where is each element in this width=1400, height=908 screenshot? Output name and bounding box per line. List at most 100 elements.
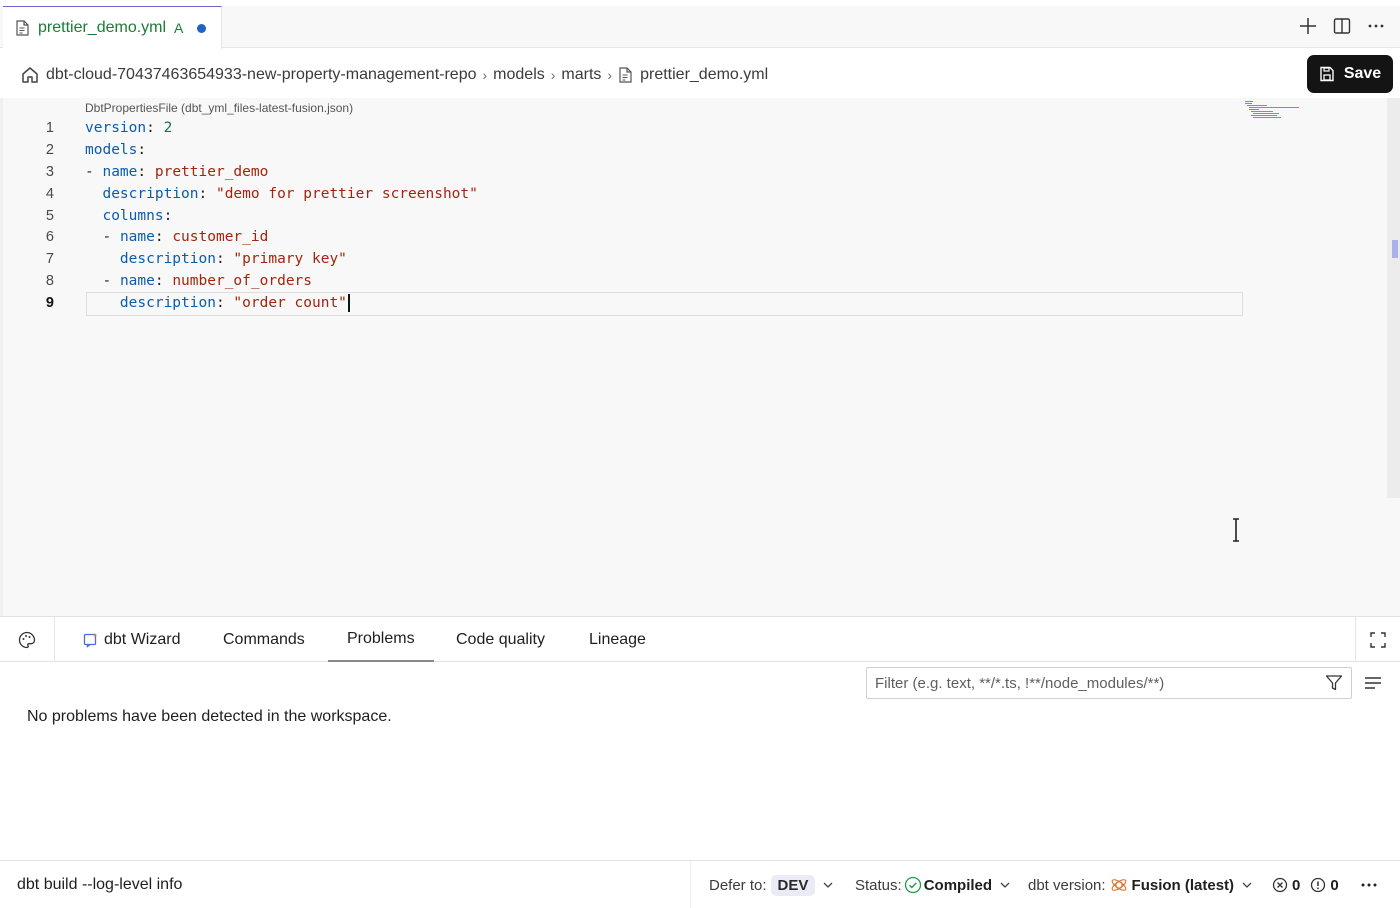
code-line[interactable]: 2 models:: [3, 140, 1303, 162]
chevron-down-icon: [823, 882, 833, 888]
problems-counter[interactable]: 0 0: [1272, 861, 1339, 908]
yaml-value: prettier_demo: [154, 163, 269, 180]
tab-problems[interactable]: Problems: [328, 617, 434, 662]
text-cursor-pointer-icon: [1233, 518, 1239, 542]
new-tab-plus-icon[interactable]: [1298, 16, 1318, 36]
text-caret: [347, 294, 350, 313]
home-icon[interactable]: [20, 65, 40, 85]
maximize-panel-icon[interactable]: [1355, 617, 1400, 662]
tab-code-quality[interactable]: Code quality: [437, 617, 564, 662]
view-as-list-icon[interactable]: [1363, 673, 1383, 693]
breadcrumb-repo[interactable]: dbt-cloud-70437463654933-new-property-ma…: [46, 66, 477, 84]
code-text: columns:: [102, 207, 182, 224]
yaml-value: "primary key": [233, 251, 347, 268]
code-lines[interactable]: 1 version: 2 2 models: 3- name: prettier_de…: [3, 118, 1303, 317]
code-text: models:: [85, 141, 155, 158]
breadcrumb-models[interactable]: models: [493, 66, 545, 84]
tab-commands[interactable]: Commands: [204, 617, 324, 662]
code-text: description: "primary key": [119, 251, 347, 268]
wizard-icon: [83, 632, 98, 647]
yaml-key: description: [119, 251, 216, 268]
code-line[interactable]: 8 - name: number_of_orders: [3, 271, 1303, 293]
tab-dbt-wizard[interactable]: dbt Wizard: [64, 617, 199, 662]
save-button[interactable]: Save: [1307, 55, 1393, 93]
code-line[interactable]: 4 description: "demo for prettier screen…: [3, 184, 1303, 206]
breadcrumb: dbt-cloud-70437463654933-new-property-ma…: [20, 62, 768, 88]
code-text: - name: customer_id: [102, 229, 269, 246]
warning-icon: [1311, 877, 1326, 893]
yaml-key: name: [119, 229, 155, 246]
more-actions-icon[interactable]: [1366, 16, 1386, 36]
dbt-version-selector[interactable]: dbt version: Fusion (latest): [1028, 861, 1252, 908]
file-icon: [16, 20, 29, 36]
line-number: 1: [45, 120, 54, 136]
yaml-value: 2: [163, 120, 173, 136]
schema-hint[interactable]: DbtPropertiesFile (dbt_yml_files-latest-…: [85, 101, 353, 115]
line-number: 7: [45, 251, 54, 268]
filter-icon[interactable]: [1325, 674, 1343, 692]
chevron-right-icon: ›: [482, 67, 488, 83]
file-icon: [619, 67, 632, 83]
scrollbar-cursor-marker: [1392, 240, 1398, 258]
tab-filename: prettier_demo.yml: [38, 19, 167, 36]
split-editor-icon[interactable]: [1332, 16, 1352, 36]
line-number: 5: [45, 207, 54, 224]
line-number: 6: [45, 229, 54, 246]
status-value: Compiled: [923, 876, 993, 894]
tab-label: Code quality: [456, 630, 545, 648]
code-editor[interactable]: DbtPropertiesFile (dbt_yml_files-latest-…: [0, 98, 1400, 616]
code-line[interactable]: 5 columns:: [3, 206, 1303, 228]
line-number: 4: [45, 185, 54, 202]
problems-filter[interactable]: [866, 667, 1352, 699]
yaml-value: customer_id: [172, 229, 269, 246]
filter-input[interactable]: [875, 674, 1325, 692]
yaml-key: name: [119, 273, 155, 290]
code-line[interactable]: 7 description: "primary key": [3, 249, 1303, 271]
code-line[interactable]: 1 version: 2: [3, 118, 1303, 140]
code-text: - name: number_of_orders: [102, 273, 313, 290]
code-text: - name: prettier_demo: [85, 163, 269, 180]
divider: [690, 861, 691, 908]
chevron-down-icon: [1242, 882, 1252, 888]
yaml-key: description: [102, 185, 199, 202]
line-number: 2: [45, 141, 54, 158]
defer-label: Defer to:: [709, 876, 767, 894]
code-line[interactable]: 9 description: "order count": [3, 292, 1303, 317]
breadcrumb-marts[interactable]: marts: [561, 66, 601, 84]
defer-to-selector[interactable]: Defer to: DEV: [709, 861, 833, 908]
fusion-icon: [1111, 879, 1126, 891]
code-text: description: "demo for prettier screensh…: [102, 185, 478, 202]
breadcrumb-file[interactable]: prettier_demo.yml: [640, 66, 768, 84]
line-number: 8: [45, 273, 54, 290]
chevron-down-icon: [1000, 882, 1010, 888]
problems-empty-message: No problems have been detected in the wo…: [27, 708, 392, 725]
save-icon: [1320, 66, 1334, 82]
yaml-value: "order count": [233, 295, 347, 312]
status-more-icon[interactable]: [1360, 861, 1378, 908]
yaml-value: "demo for prettier screenshot": [215, 185, 478, 202]
editor-tab-prettier-demo[interactable]: prettier_demo.yml A: [3, 6, 222, 49]
warning-count: 0: [1330, 876, 1339, 894]
code-text: version: 2: [85, 120, 173, 136]
tab-label: Lineage: [589, 630, 646, 648]
version-value: Fusion (latest): [1131, 876, 1235, 894]
code-line[interactable]: 6 - name: customer_id: [3, 227, 1303, 249]
error-count: 0: [1292, 876, 1301, 894]
tab-lineage[interactable]: Lineage: [570, 617, 665, 662]
palette-icon[interactable]: [0, 617, 55, 662]
editor-scrollbar[interactable]: [1387, 98, 1400, 498]
unsaved-indicator[interactable]: [197, 23, 207, 33]
tab-label: Problems: [347, 629, 415, 647]
code-line[interactable]: 3 - name: prettier_demo: [3, 162, 1303, 184]
panel-tab-bar: dbt Wizard Commands Problems Code qualit…: [0, 616, 1400, 662]
chevron-right-icon: ›: [550, 67, 556, 83]
command-input[interactable]: dbt build --log-level info: [17, 876, 182, 894]
minimap[interactable]: [1243, 100, 1303, 126]
yaml-key: version: [85, 120, 147, 136]
status-selector[interactable]: Status: Compiled: [855, 861, 1010, 908]
version-label: dbt version:: [1028, 876, 1106, 894]
yaml-key: models: [85, 141, 138, 158]
check-circle-icon: [904, 876, 921, 894]
tab-label: Commands: [223, 630, 305, 648]
status-bar: dbt build --log-level info Defer to: DEV…: [0, 860, 1400, 908]
